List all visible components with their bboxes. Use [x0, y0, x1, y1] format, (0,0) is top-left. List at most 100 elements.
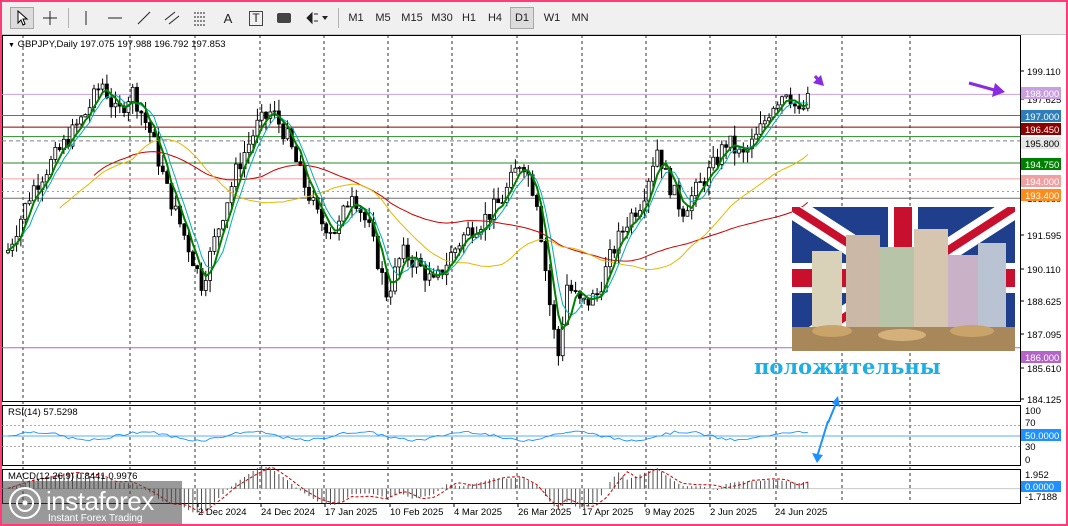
price-label: 186.000 [1025, 353, 1059, 364]
crosshair-tool[interactable] [38, 7, 62, 29]
price-axis-label: 187.095 [1027, 330, 1061, 341]
text-label-tool[interactable]: T [244, 7, 268, 29]
candle-body [130, 86, 135, 103]
candle-body [345, 205, 350, 208]
timeframe-h4[interactable]: H4 [484, 7, 506, 29]
crosshair-icon [43, 11, 57, 25]
candle-body [728, 135, 733, 148]
candle-body [367, 219, 372, 223]
annotation-text: положительны [754, 354, 941, 379]
candle-body [229, 186, 234, 204]
candle-body [535, 195, 539, 207]
timeframe-m5[interactable]: M5 [371, 7, 395, 29]
symbol-info: ▼ GBPJPY,Daily 197.075 197.988 196.792 1… [8, 39, 226, 50]
candle-body [552, 304, 556, 330]
candle-body [190, 251, 195, 267]
timeframe-m30[interactable]: M30 [428, 7, 456, 29]
candle-body [251, 135, 256, 145]
candle-body [272, 110, 277, 113]
candle-body [135, 86, 139, 112]
candle-body [216, 228, 221, 238]
candle-body [775, 104, 780, 109]
candle-body [332, 231, 337, 234]
timeframe-m1[interactable]: M1 [344, 7, 368, 29]
candle-body [53, 147, 58, 160]
candle-body [694, 181, 698, 197]
candle-body [758, 123, 763, 135]
date-axis-label: 10 Feb 2025 [390, 507, 443, 518]
trendline-icon [137, 11, 151, 25]
horizontal-line-tool[interactable] [103, 7, 127, 29]
terminal-window: A T M1 M5 M15 M30 H1 H4 D1 W1 MN 199.110… [2, 2, 1066, 524]
candle-body [221, 220, 225, 230]
chart-dropdown-icon: ▼ [8, 42, 15, 49]
text-tool[interactable]: A [216, 7, 240, 29]
candle-body [195, 265, 200, 269]
candle-body [784, 94, 789, 98]
rsi-axis-label: 100 [1025, 406, 1041, 417]
rsi-axis-label: 0 [1025, 455, 1030, 466]
candle-body [147, 122, 152, 133]
candle-body [565, 284, 569, 325]
candle-body [203, 280, 208, 291]
candle-body [354, 196, 359, 209]
candle-body [487, 213, 492, 220]
shapes-dropdown[interactable] [302, 7, 332, 29]
macd-value-label: 0.0000 [1025, 482, 1054, 493]
candle-body [543, 241, 548, 272]
date-axis-label: 4 Mar 2025 [454, 507, 502, 518]
timeframe-mn[interactable]: MN [567, 7, 593, 29]
text-icon: A [223, 10, 233, 26]
candle-body [57, 147, 62, 151]
instaforex-logo-icon [9, 487, 41, 519]
candle-body [517, 167, 522, 169]
macd-axis-label: 1.952 [1025, 470, 1049, 481]
timeframe-m15[interactable]: M15 [398, 7, 426, 29]
candle-body [754, 133, 759, 140]
candle-body [457, 245, 462, 250]
timeframe-h1[interactable]: H1 [458, 7, 480, 29]
candle-body [311, 197, 316, 201]
candle-body [608, 249, 612, 268]
timeframe-d1[interactable]: D1 [510, 7, 534, 29]
candle-body [79, 116, 83, 125]
candle-body [780, 96, 784, 106]
price-label: 194.750 [1025, 160, 1059, 171]
candle-body [698, 181, 703, 184]
candle-body [246, 143, 251, 153]
blue-arrow-down [816, 420, 829, 458]
candle-body [621, 230, 625, 233]
price-axis-label: 188.625 [1027, 297, 1061, 308]
candle-body [307, 186, 311, 201]
candle-body [74, 123, 79, 126]
cursor-tool[interactable] [10, 7, 34, 29]
text-label-icon: T [249, 10, 263, 26]
candle-body [36, 185, 40, 190]
date-axis-label: 2 Dec 2024 [198, 507, 247, 518]
candle-body [27, 200, 32, 205]
candle-body [466, 227, 471, 236]
candle-body [264, 111, 268, 119]
channel-tool[interactable] [160, 7, 184, 29]
candle-body [285, 128, 290, 140]
candle-body [681, 208, 685, 217]
candle-body [401, 244, 406, 260]
brand-logo-tagline: Instant Forex Trading [48, 513, 143, 524]
equidistant-channel-icon [164, 11, 180, 25]
trendline-tool[interactable] [132, 7, 156, 29]
date-axis-label: 17 Apr 2025 [582, 507, 633, 518]
rsi-pane-border [2, 405, 1021, 466]
timeframe-w1[interactable]: W1 [540, 7, 564, 29]
candle-body [152, 131, 157, 138]
vertical-line-tool[interactable] [74, 7, 98, 29]
candle-body [212, 236, 217, 252]
shapes-dropdown-icon [306, 11, 328, 25]
fibonacci-tool[interactable] [188, 7, 212, 29]
rectangle-tool[interactable] [272, 7, 296, 29]
candle-body [341, 205, 346, 222]
price-label: 196.450 [1025, 125, 1059, 136]
price-label: 194.000 [1025, 177, 1059, 188]
candle-body [724, 144, 728, 148]
price-label: 193.400 [1025, 191, 1059, 202]
price-label: 195.800 [1025, 139, 1059, 150]
